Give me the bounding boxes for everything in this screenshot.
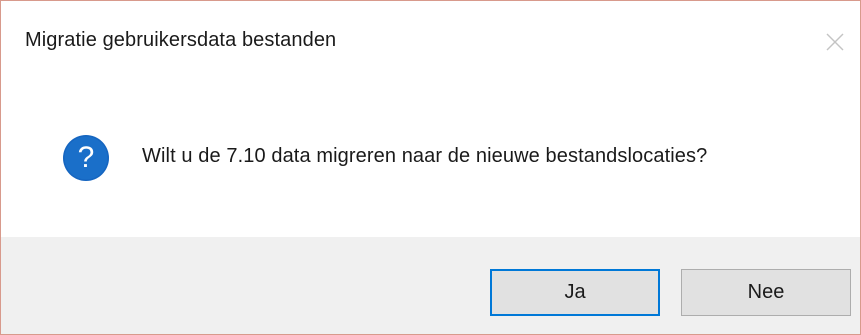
dialog-title: Migratie gebruikersdata bestanden bbox=[25, 29, 337, 51]
question-icon: ? bbox=[62, 134, 110, 182]
message-dialog: Migratie gebruikersdata bestanden ? Wilt… bbox=[0, 0, 861, 335]
dialog-content: ? Wilt u de 7.10 data migreren naar de n… bbox=[1, 79, 860, 239]
title-bar: Migratie gebruikersdata bestanden bbox=[1, 1, 860, 79]
close-icon[interactable] bbox=[824, 31, 846, 53]
message-text: Wilt u de 7.10 data migreren naar de nie… bbox=[142, 145, 708, 167]
svg-text:?: ? bbox=[78, 141, 95, 174]
button-bar: Ja Nee bbox=[1, 237, 860, 334]
no-button[interactable]: Nee bbox=[681, 269, 851, 316]
yes-button[interactable]: Ja bbox=[490, 269, 660, 316]
